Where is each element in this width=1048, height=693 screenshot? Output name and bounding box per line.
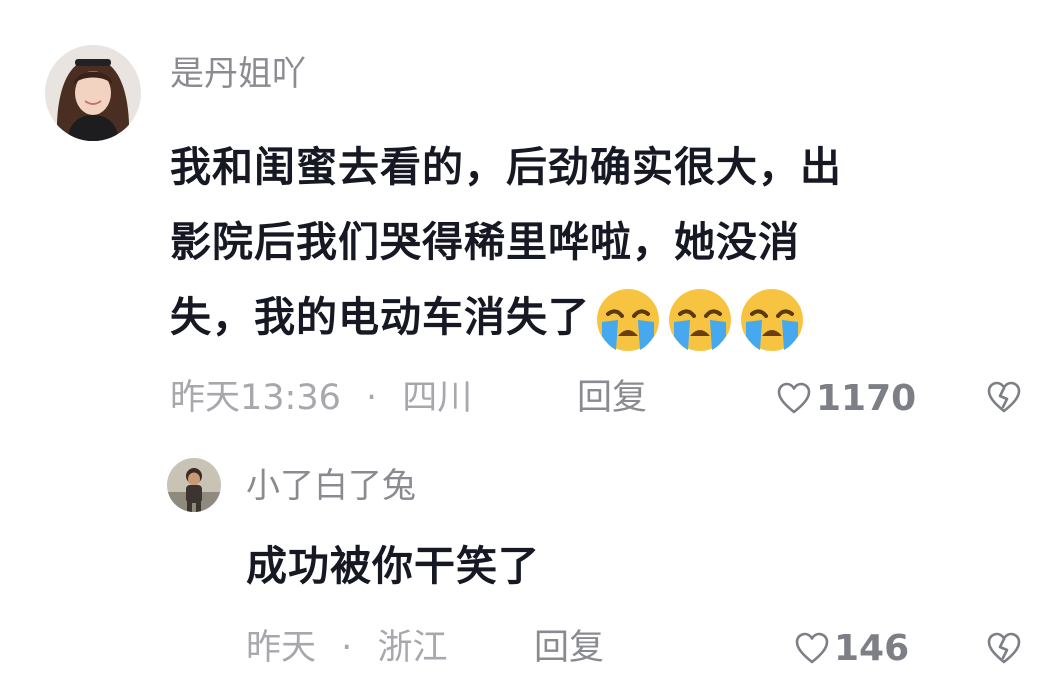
loudly-crying-face-icon [669,289,731,351]
avatar[interactable] [167,458,221,512]
like-button[interactable]: 146 [794,624,909,672]
dislike-button[interactable] [986,380,1022,418]
meta-separator: · [366,378,378,418]
comment-text-line: 影院后我们哭得稀里哗啦，她没消 [170,218,800,266]
comment-text: 我和闺蜜去看的，后劲确实很大，出 影院后我们哭得稀里哗啦，她没消 失，我的电动车… [170,130,842,355]
comment-text: 成功被你干笑了 [246,542,540,590]
comment-location: 四川 [402,378,473,418]
like-button[interactable]: 1170 [776,374,916,422]
like-count: 1170 [816,377,917,419]
heart-outline-icon [795,632,829,664]
broken-heart-icon [987,381,1021,413]
comment-text-line: 失，我的电动车消失了 [170,280,842,355]
meta-separator: · [341,628,353,668]
dislike-button[interactable] [986,631,1022,669]
loudly-crying-face-icon [597,289,659,351]
broken-heart-icon [987,632,1021,664]
comment-location: 浙江 [377,628,448,668]
like-count: 146 [834,627,910,669]
avatar[interactable] [45,45,141,141]
comment-text-segment: 失，我的电动车消失了 [170,293,590,341]
username[interactable]: 是丹姐吖 [170,50,306,98]
comment-time: 昨天 [246,628,317,668]
reply-button[interactable]: 回复 [577,374,647,422]
comment-time: 昨天13:36 [170,378,341,418]
comment-meta: 昨天13:36 · 四川 [170,374,472,422]
comment-meta: 昨天 · 浙江 [246,624,447,672]
username[interactable]: 小了白了兔 [246,462,416,510]
reply-button[interactable]: 回复 [534,624,604,672]
loudly-crying-face-icon [741,289,803,351]
comment-text-line: 我和闺蜜去看的，后劲确实很大，出 [170,143,842,191]
heart-outline-icon [777,382,811,414]
